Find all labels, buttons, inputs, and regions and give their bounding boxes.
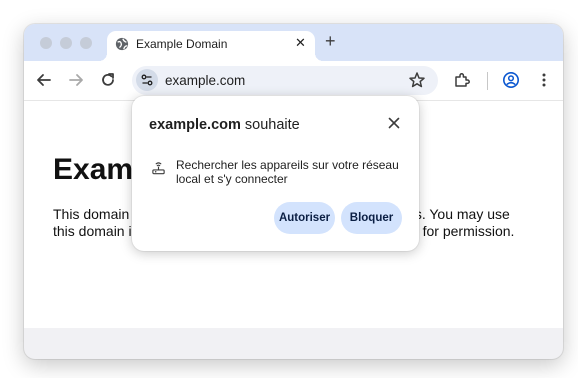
- router-icon: [152, 162, 165, 175]
- block-button[interactable]: Bloquer: [341, 202, 402, 234]
- tab-example-domain[interactable]: Example Domain ✕: [99, 31, 323, 61]
- new-tab-button[interactable]: +: [325, 32, 336, 50]
- close-icon[interactable]: [386, 115, 402, 131]
- site-info-button[interactable]: [136, 69, 158, 91]
- site-info-icon: [141, 74, 153, 86]
- popup-title: example.com souhaite: [149, 117, 300, 134]
- permission-popup: example.com souhaite Rechercher les appa…: [132, 96, 419, 251]
- tab-title: Example Domain: [136, 37, 228, 51]
- globe-icon: [115, 37, 129, 51]
- allow-button[interactable]: Autoriser: [274, 202, 335, 234]
- toolbar: example.com: [24, 61, 563, 100]
- tab-close-icon[interactable]: ✕: [295, 35, 306, 51]
- forward-arrow-icon[interactable]: [67, 71, 85, 89]
- tab-strip: Example Domain ✕ +: [24, 24, 563, 61]
- star-icon[interactable]: [408, 71, 426, 89]
- popup-title-suffix: souhaite: [240, 117, 300, 133]
- extensions-icon[interactable]: [453, 71, 471, 89]
- popup-site: example.com: [149, 117, 241, 133]
- toolbar-divider: [487, 72, 488, 90]
- window-minimize-light[interactable]: [60, 37, 72, 49]
- reload-icon[interactable]: [99, 71, 117, 89]
- window-close-light[interactable]: [40, 37, 52, 49]
- profile-icon[interactable]: [502, 71, 520, 89]
- back-arrow-icon[interactable]: [35, 71, 53, 89]
- address-bar[interactable]: example.com: [132, 66, 438, 95]
- more-menu-icon[interactable]: [535, 71, 553, 89]
- window-zoom-light[interactable]: [80, 37, 92, 49]
- url-text[interactable]: example.com: [165, 73, 245, 88]
- permission-request-text: Rechercher les appareils sur votre résea…: [176, 158, 399, 186]
